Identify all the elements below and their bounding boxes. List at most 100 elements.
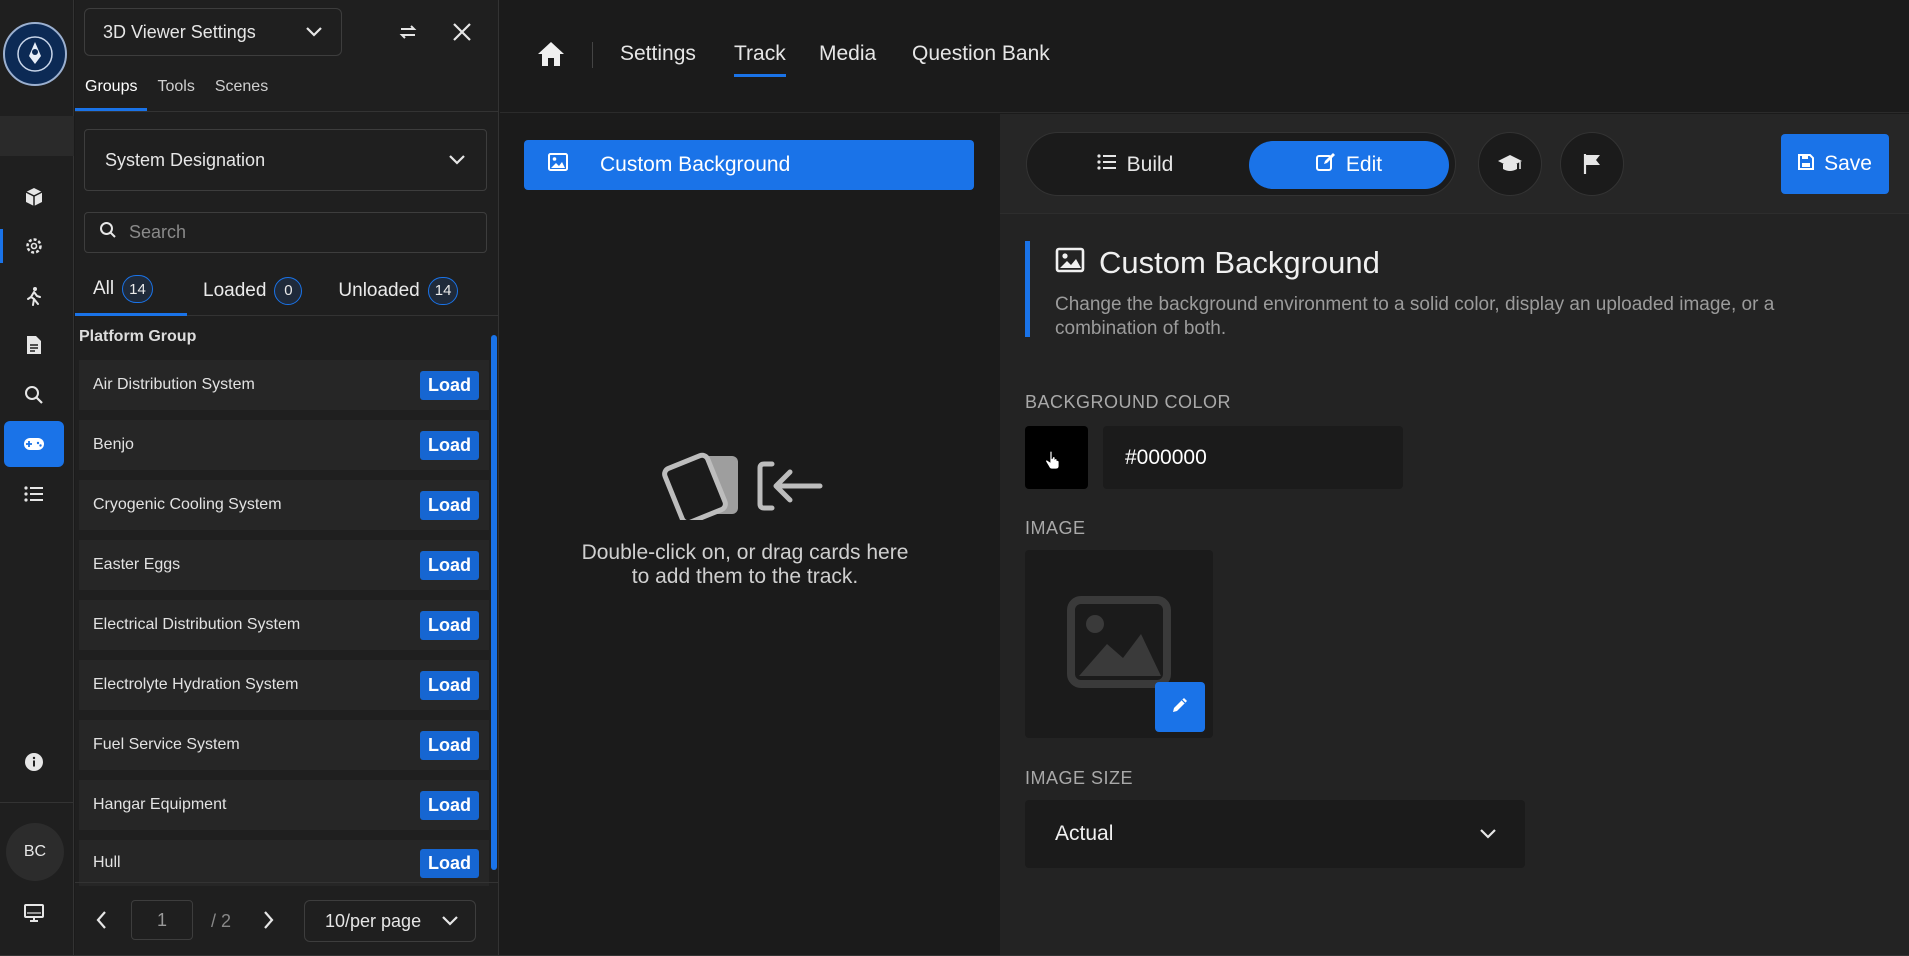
bg-color-label: BACKGROUND COLOR [1025,392,1232,412]
graduation-cap-icon[interactable] [1478,132,1542,196]
list-item[interactable]: Air Distribution System Load [79,360,489,410]
load-button[interactable]: Load [420,610,479,640]
panel-tabs: Groups Tools Scenes [75,68,499,112]
cube-icon[interactable] [4,174,64,220]
load-button[interactable]: Load [420,550,479,580]
filter-loaded-label: Loaded [203,279,267,301]
load-button[interactable]: Load [420,370,479,400]
load-button[interactable]: Load [420,790,479,820]
monitor-icon[interactable] [4,890,64,936]
list-item[interactable]: Benjo Load [79,420,489,470]
list-item[interactable]: Electrolyte Hydration System Load [79,660,489,710]
list-item[interactable]: Hull Load [79,840,489,886]
tab-scenes[interactable]: Scenes [205,68,278,111]
item-name: Hull [93,854,121,871]
search-input[interactable]: Search [129,222,186,243]
card-editor: Build Edit Save Custom Background Change… [1000,114,1909,956]
save-button[interactable]: Save [1781,134,1889,194]
color-swatch[interactable] [1025,426,1088,489]
group-heading: Platform Group [79,328,197,345]
per-page-value: 10/per page [325,910,422,931]
icon-rail: BC [0,0,74,956]
item-name: Fuel Service System [93,736,240,753]
load-filter-tabs: All 14 Loaded 0 Unloaded 14 [75,266,499,316]
filter-unloaded-label: Unloaded [338,279,420,301]
empty-track-hint: Double-click on, or drag cards here to a… [580,450,910,589]
list-item[interactable]: Electrical Distribution System Load [79,600,489,650]
load-button[interactable]: Load [420,490,479,520]
filter-loaded[interactable]: Loaded 0 [187,266,320,316]
list-item[interactable]: Cryogenic Cooling System Load [79,480,489,530]
chevron-down-icon [441,911,459,932]
list-item[interactable]: Fuel Service System Load [79,720,489,770]
image-icon [548,153,568,177]
nav-question-bank[interactable]: Question Bank [912,42,1050,66]
groups-panel: 3D Viewer Settings Groups Tools Scenes S… [75,0,499,956]
tab-groups[interactable]: Groups [75,68,148,111]
build-button[interactable]: Build [1035,141,1235,189]
walk-icon[interactable] [4,273,64,319]
system-designation-label: System Designation [105,149,266,170]
image-size-label: IMAGE SIZE [1025,768,1134,788]
image-size-select[interactable]: Actual [1025,800,1525,868]
count-badge: 14 [427,276,459,305]
pagination: 1 / 2 10/per page [75,882,499,956]
track-panel: Custom Background Double-click on, or dr… [500,114,999,956]
per-page-select[interactable]: 10/per page [304,900,476,942]
search-icon [99,221,117,244]
chevron-right-icon[interactable] [263,910,275,935]
search-icon[interactable] [4,372,64,418]
nav-track[interactable]: Track [734,42,786,77]
info-icon[interactable] [4,739,64,785]
search-field[interactable]: Search [84,212,487,253]
load-button[interactable]: Load [420,670,479,700]
edit-image-button[interactable] [1155,682,1205,732]
hex-color-input[interactable]: #000000 [1103,426,1403,489]
list-item[interactable]: Hangar Equipment Load [79,780,489,830]
item-name: Benjo [93,436,134,453]
filter-all[interactable]: All 14 [75,266,187,316]
list-scrollbar[interactable] [491,335,497,870]
gear-icon[interactable] [0,223,64,269]
track-card-custom-background[interactable]: Custom Background [524,140,974,190]
tab-tools[interactable]: Tools [147,68,204,111]
edit-button[interactable]: Edit [1249,141,1449,189]
refresh-icon[interactable] [390,14,426,50]
item-name: Electrical Distribution System [93,616,301,633]
filter-all-label: All [93,278,115,299]
close-icon[interactable] [444,14,480,50]
list-icon[interactable] [4,471,64,517]
home-icon[interactable] [536,40,566,73]
filter-unloaded[interactable]: Unloaded 14 [320,266,476,316]
load-button[interactable]: Load [420,848,479,878]
nav-divider [592,42,593,68]
item-name: Air Distribution System [93,376,255,393]
floppy-disk-icon [1798,152,1815,176]
page-total: / 2 [211,911,232,931]
top-navigation: Settings Track Media Question Bank [500,0,1909,113]
save-label: Save [1824,152,1872,175]
flag-icon[interactable] [1560,132,1624,196]
rail-divider [0,802,74,803]
edit-label: Edit [1345,153,1383,176]
viewer-settings-dropdown[interactable]: 3D Viewer Settings [84,8,342,56]
page-input[interactable]: 1 [131,900,193,940]
cards-drag-icon [660,452,830,526]
nav-settings[interactable]: Settings [620,42,696,66]
list-item[interactable]: Easter Eggs Load [79,540,489,590]
chevron-down-icon [448,150,466,171]
load-button[interactable]: Load [420,730,479,760]
chevron-left-icon[interactable] [95,910,107,935]
image-placeholder-icon [1067,595,1171,693]
gamepad-icon[interactable] [4,421,64,467]
hand-cursor-icon [1045,450,1061,475]
edit-icon [1315,152,1336,178]
item-name: Electrolyte Hydration System [93,676,299,693]
logo[interactable] [3,22,67,86]
load-button[interactable]: Load [420,430,479,460]
build-label: Build [1126,153,1174,176]
nav-media[interactable]: Media [819,42,876,66]
document-icon[interactable] [4,322,64,368]
system-designation-dropdown[interactable]: System Designation [84,129,487,191]
avatar[interactable]: BC [6,823,64,881]
